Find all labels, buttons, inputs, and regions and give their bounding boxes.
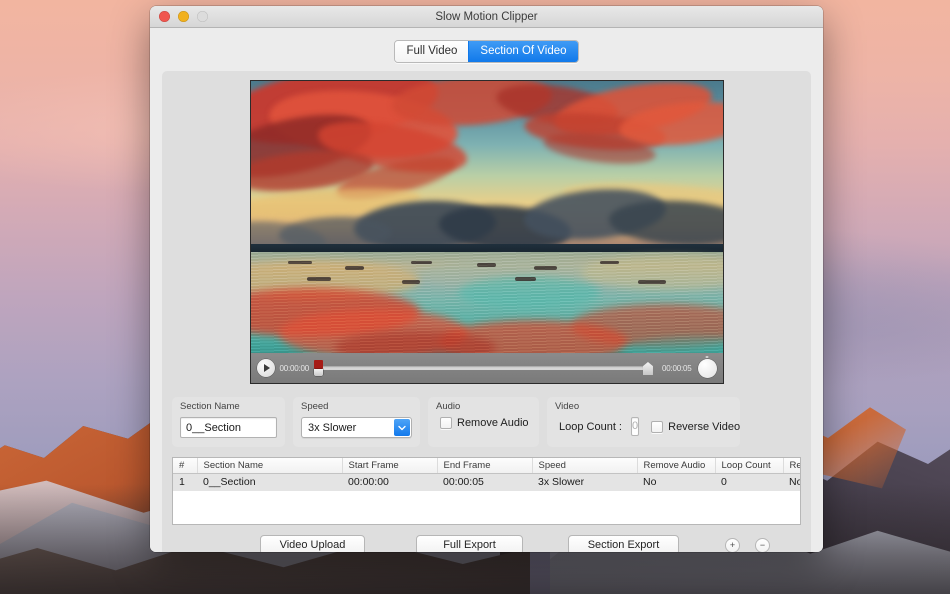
column-header-loop-count[interactable]: Loop Count	[715, 458, 784, 474]
minimize-button[interactable]	[178, 11, 189, 22]
timeline-track[interactable]	[314, 359, 653, 377]
speed-select-value: 3x Slower	[308, 421, 357, 434]
section-export-button[interactable]: Section Export	[568, 535, 679, 552]
window-controls	[159, 11, 208, 22]
chevron-down-icon[interactable]	[394, 419, 410, 436]
window-body: Full Video Section Of Video 00:00:00 00:…	[150, 28, 823, 552]
checkbox-icon[interactable]	[440, 417, 452, 429]
play-icon[interactable]	[256, 359, 275, 377]
column-header-index[interactable]: #	[173, 458, 198, 474]
video-water-texture	[250, 252, 723, 353]
video-preview[interactable]	[250, 81, 723, 353]
column-header-speed[interactable]: Speed	[532, 458, 638, 474]
app-window: Slow Motion Clipper Full Video Section O…	[150, 6, 823, 552]
cell-index: 1	[173, 473, 197, 491]
cell-speed: 3x Slower	[532, 473, 637, 491]
reverse-video-checkbox[interactable]: Reverse Video	[651, 420, 741, 433]
tab-full-video[interactable]: Full Video	[395, 41, 469, 62]
remove-audio-checkbox[interactable]: Remove Audio	[440, 417, 529, 429]
cell-loop-count: 0	[715, 473, 783, 491]
cell-reverse-video: No	[783, 473, 800, 491]
speed-select[interactable]: 3x Slower	[301, 417, 412, 438]
sections-table[interactable]: # Section Name Start Frame End Frame Spe…	[172, 457, 801, 525]
player-controls: 00:00:00 00:00:05	[250, 353, 723, 383]
column-header-start-frame[interactable]: Start Frame	[342, 458, 438, 474]
column-header-end-frame[interactable]: End Frame	[437, 458, 533, 474]
reverse-video-label: Reverse Video	[668, 420, 741, 433]
start-time-label: 00:00:00	[279, 363, 310, 373]
column-header-reverse-video[interactable]: Reverse Video	[783, 458, 800, 474]
content-panel: 00:00:00 00:00:05 Section Name 0__Sectio…	[162, 71, 811, 552]
table-header-row: # Section Name Start Frame End Frame Spe…	[173, 458, 800, 474]
volume-knob[interactable]	[697, 358, 717, 378]
remove-audio-label: Remove Audio	[457, 417, 529, 429]
window-title: Slow Motion Clipper	[435, 10, 538, 23]
tab-section-of-video[interactable]: Section Of Video	[468, 41, 578, 62]
close-button[interactable]	[159, 11, 170, 22]
audio-group: Audio Remove Audio	[428, 397, 539, 447]
table-row[interactable]: 1 0__Section 00:00:00 00:00:05 3x Slower…	[173, 473, 800, 491]
audio-group-title: Audio	[436, 401, 461, 412]
video-player: 00:00:00 00:00:05	[249, 80, 724, 384]
loop-count-input[interactable]: 0	[631, 417, 640, 436]
cell-remove-audio: No	[637, 473, 715, 491]
trim-end-handle[interactable]	[642, 362, 653, 375]
add-section-button[interactable]: +	[725, 537, 740, 552]
loop-count-label: Loop Count :	[559, 420, 622, 433]
options-row: Section Name Speed 3x Slower	[172, 397, 801, 447]
section-name-group: Section Name	[172, 397, 285, 447]
tab-bar: Full Video Section Of Video	[162, 40, 811, 63]
cell-start-frame: 00:00:00	[342, 473, 437, 491]
window-titlebar[interactable]: Slow Motion Clipper	[150, 6, 823, 28]
cell-end-frame: 00:00:05	[437, 473, 532, 491]
video-group: Video Loop Count : 0 Reverse Video	[547, 397, 740, 447]
speed-group-title: Speed	[301, 401, 329, 412]
video-upload-button[interactable]: Video Upload	[260, 535, 365, 552]
full-export-button[interactable]: Full Export	[416, 535, 523, 552]
speed-group: Speed 3x Slower	[293, 397, 420, 447]
trim-start-handle[interactable]	[314, 360, 324, 376]
section-name-group-title: Section Name	[180, 401, 240, 412]
end-time-label: 00:00:05	[661, 363, 692, 373]
column-header-section-name[interactable]: Section Name	[197, 458, 343, 474]
checkbox-icon[interactable]	[651, 420, 664, 433]
column-header-remove-audio[interactable]: Remove Audio	[637, 458, 716, 474]
desktop-wallpaper: Slow Motion Clipper Full Video Section O…	[0, 0, 950, 594]
cell-section-name: 0__Section	[197, 473, 342, 491]
section-name-input[interactable]	[180, 417, 277, 438]
video-group-title: Video	[555, 401, 580, 412]
zoom-button[interactable]	[197, 11, 208, 22]
segmented-control: Full Video Section Of Video	[394, 40, 579, 63]
remove-section-button[interactable]: −	[755, 537, 770, 552]
action-bar: Video Upload Full Export Section Export …	[172, 535, 801, 552]
